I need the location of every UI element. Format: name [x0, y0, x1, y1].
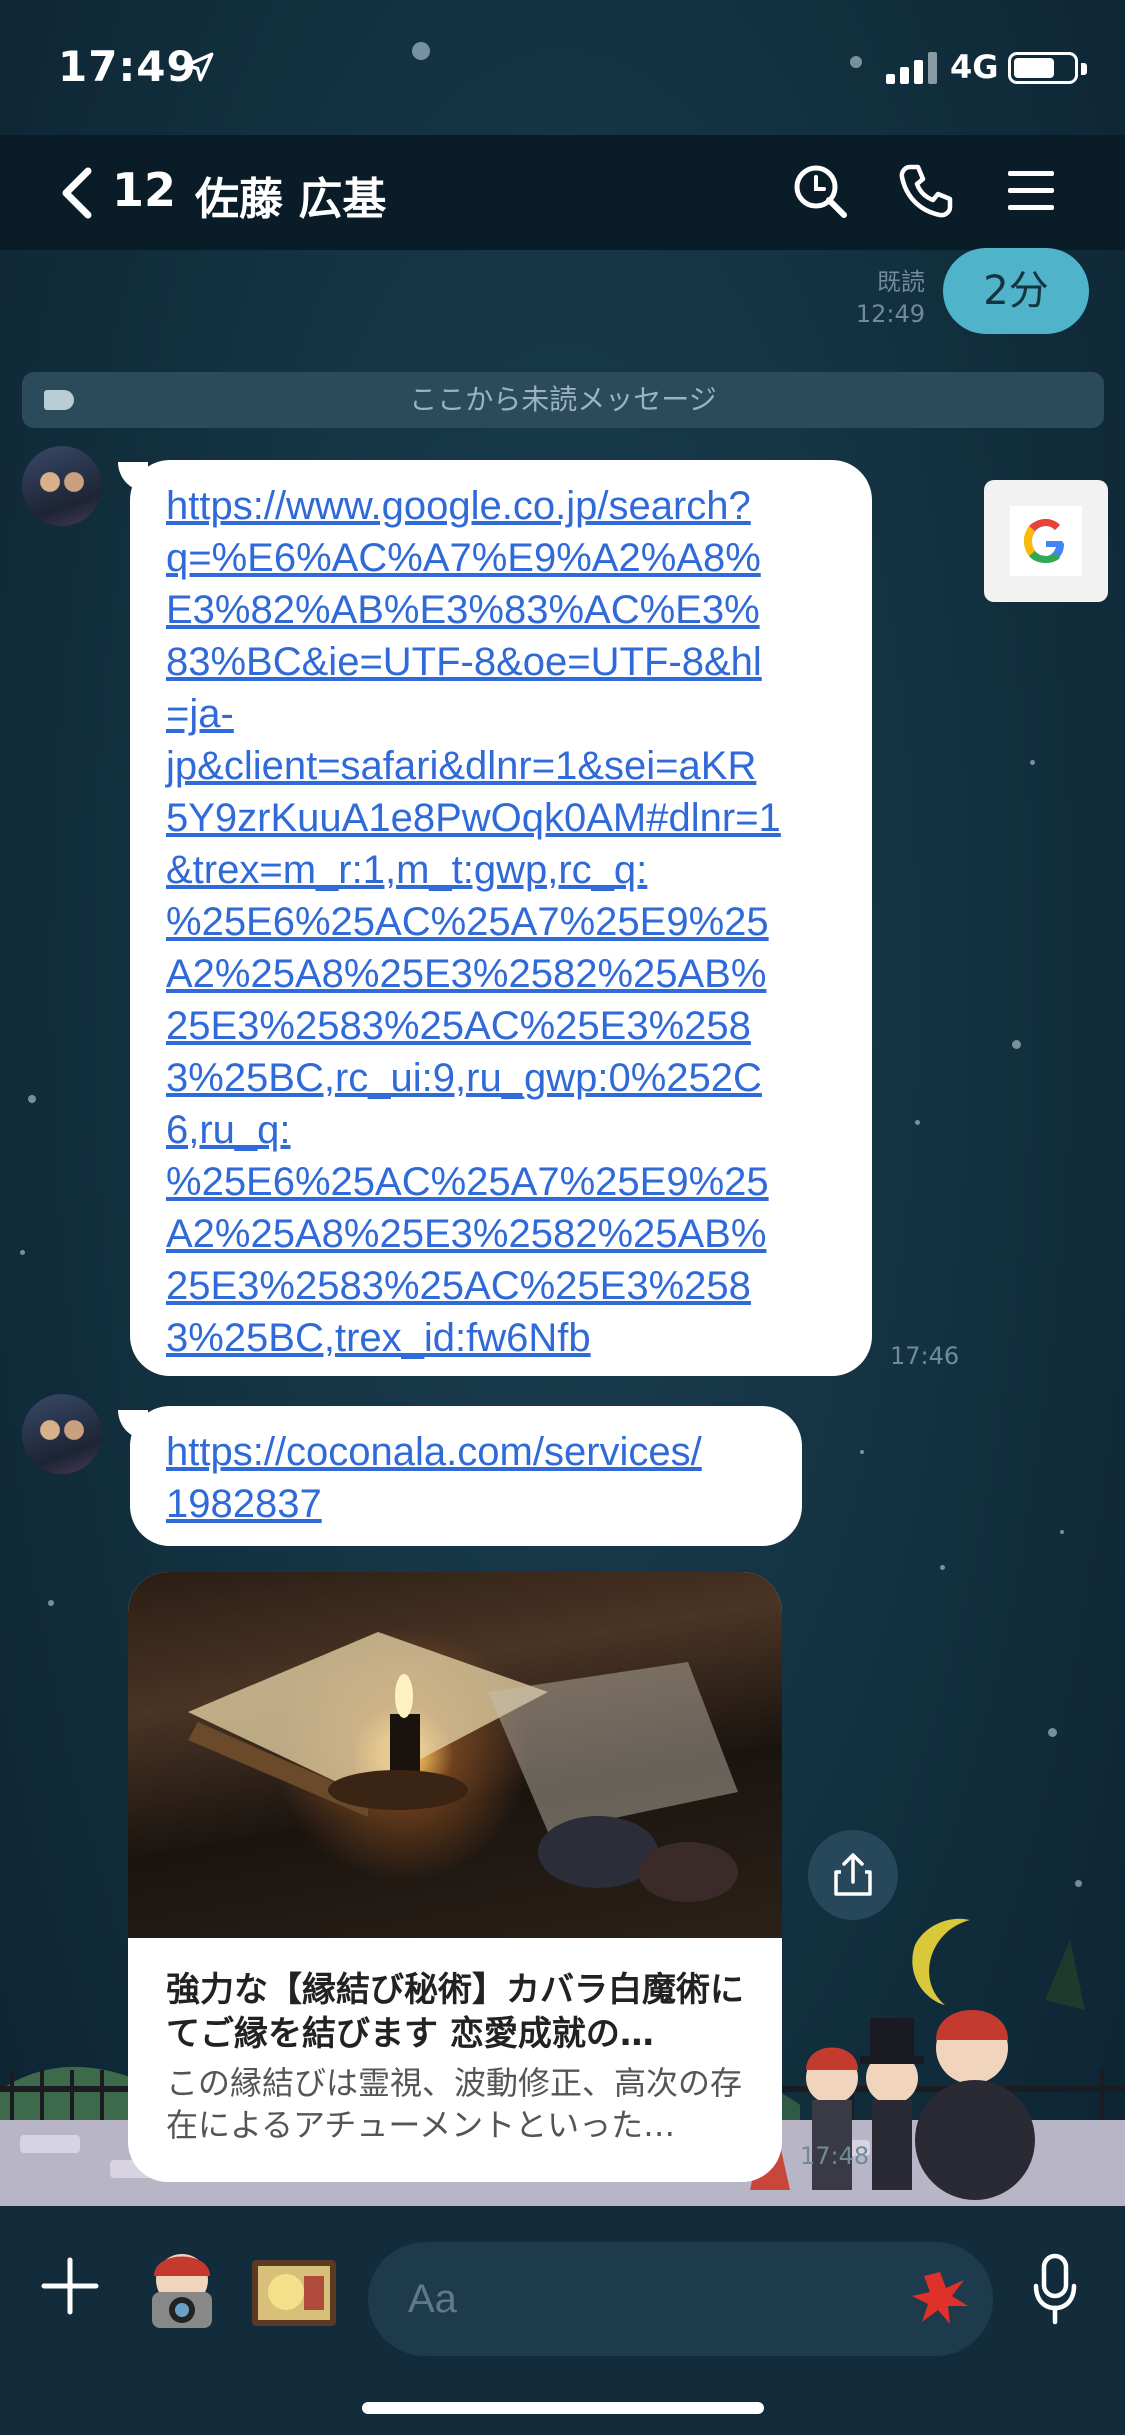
network-type: 4G: [950, 48, 999, 86]
message-bubble-coconala-link[interactable]: https://coconala.com/services/ 1982837: [130, 1406, 802, 1546]
status-bar: 17:49 4G: [0, 0, 1125, 135]
message-bubble-google-link[interactable]: https://www.google.co.jp/search? q=%E6%A…: [130, 460, 872, 1376]
sent-message-bubble[interactable]: 2分: [943, 248, 1089, 334]
microphone-icon[interactable]: [1030, 2252, 1080, 2326]
unread-divider-label: ここから未読メッセージ: [409, 383, 717, 416]
search-icon[interactable]: [792, 163, 848, 219]
google-logo-icon: [1024, 519, 1064, 563]
effect-splash-icon[interactable]: [908, 2266, 972, 2330]
share-button[interactable]: [808, 1830, 898, 1920]
message-input[interactable]: [368, 2242, 993, 2356]
chat-header: 12 佐藤 広基: [0, 135, 1125, 250]
read-receipt: 既読 12:49: [856, 266, 925, 330]
read-label: 既読: [877, 268, 925, 296]
message-time: 17:46: [890, 1342, 960, 1370]
status-time: 17:49: [58, 42, 197, 91]
link-preview-title: 強力な【縁結び秘術】カバラ白魔術にてご縁を結びます 恋愛成就の…: [166, 1970, 744, 2054]
link-preview-image: [128, 1572, 782, 1938]
unread-count[interactable]: 12: [112, 163, 176, 217]
battery-icon: [1008, 52, 1087, 84]
share-icon: [834, 1853, 872, 1896]
phone-icon[interactable]: [898, 163, 954, 219]
sent-time: 12:49: [855, 300, 925, 328]
hamburger-icon[interactable]: [1006, 163, 1056, 219]
sticker-camera-icon[interactable]: [132, 2246, 232, 2336]
link-preview-description: この縁結びは霊視、波動修正、高次の存在によるアチューメントといった…: [166, 2064, 743, 2144]
message-link[interactable]: https://coconala.com/services/ 1982837: [166, 1426, 766, 1530]
sticker-photo-icon[interactable]: [244, 2246, 344, 2336]
signal-bars-icon: [886, 52, 937, 84]
message-input-bar: [0, 2206, 1125, 2435]
google-search-button[interactable]: [984, 480, 1108, 602]
candle-book-image: [188, 1632, 738, 1902]
chevron-left-icon[interactable]: [58, 165, 98, 221]
chat-title: 佐藤 広基: [195, 174, 387, 225]
link-preview-card[interactable]: 強力な【縁結び秘術】カバラ白魔術にてご縁を結びます 恋愛成就の… この縁結びは霊…: [128, 1572, 782, 2182]
avatar[interactable]: [22, 1394, 102, 1474]
tag-icon: [44, 390, 74, 410]
message-link[interactable]: https://www.google.co.jp/search? q=%E6%A…: [166, 480, 836, 1364]
message-time: 17:48: [800, 2142, 870, 2170]
avatar[interactable]: [22, 446, 102, 526]
plus-icon[interactable]: [40, 2256, 100, 2316]
home-indicator[interactable]: [362, 2402, 764, 2414]
location-arrow-icon: [184, 52, 214, 82]
unread-divider: ここから未読メッセージ: [22, 372, 1104, 428]
